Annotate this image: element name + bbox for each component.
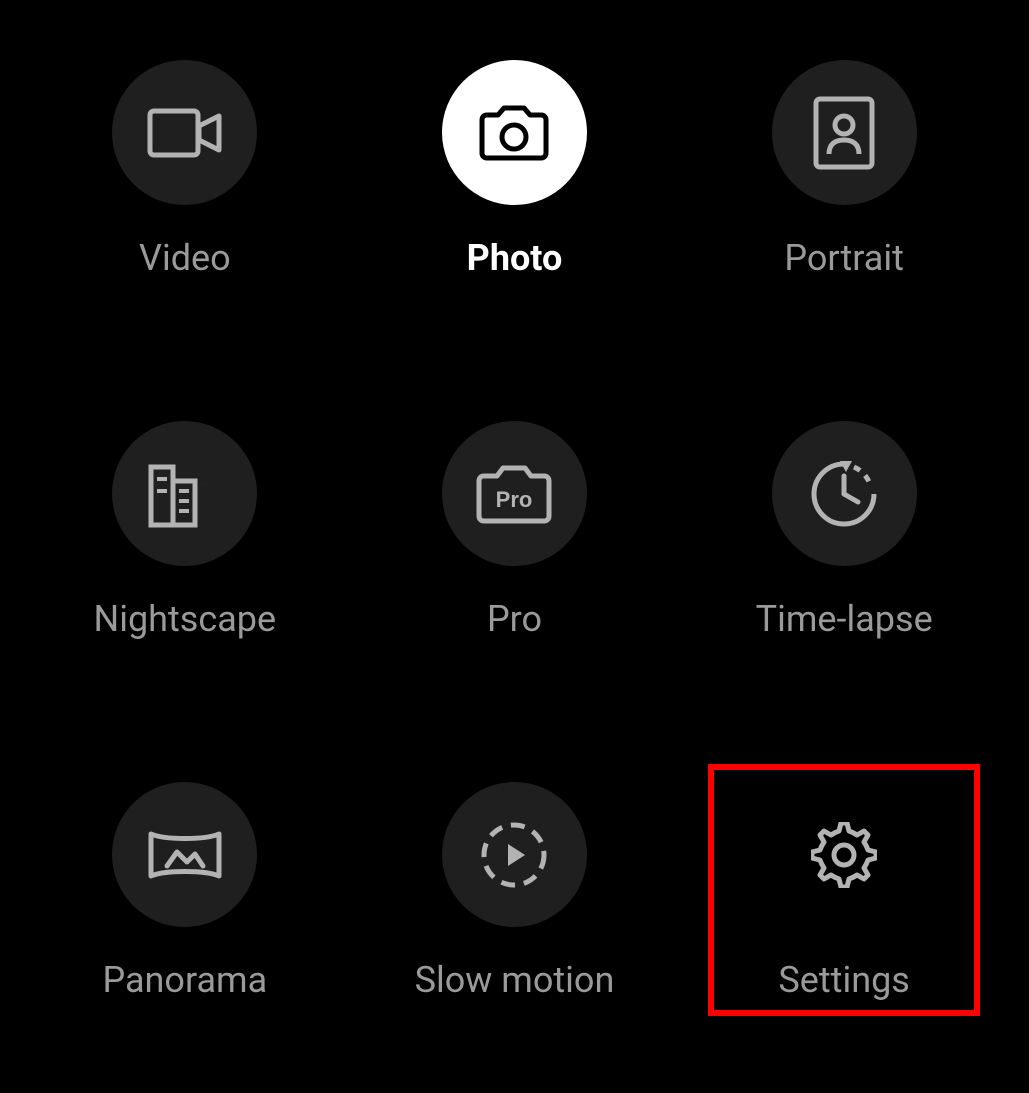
mode-panorama[interactable]: Panorama	[20, 782, 350, 1053]
mode-timelapse[interactable]: Time-lapse	[679, 421, 1009, 692]
mode-label: Nightscape	[94, 598, 277, 640]
mode-slowmotion[interactable]: Slow motion	[350, 782, 680, 1053]
mode-label: Time-lapse	[756, 598, 933, 640]
nightscape-icon	[112, 421, 257, 566]
mode-settings[interactable]: Settings	[679, 782, 1009, 1053]
mode-label: Slow motion	[415, 959, 615, 1001]
mode-portrait[interactable]: Portrait	[679, 60, 1009, 331]
mode-video[interactable]: Video	[20, 60, 350, 331]
panorama-icon	[112, 782, 257, 927]
video-icon	[112, 60, 257, 205]
pro-icon: Pro	[442, 421, 587, 566]
camera-modes-grid: Video Photo Portrait	[0, 0, 1029, 1093]
mode-pro[interactable]: Pro Pro	[350, 421, 680, 692]
mode-label: Photo	[467, 237, 563, 279]
mode-label: Settings	[778, 959, 909, 1001]
svg-text:Pro: Pro	[496, 487, 533, 512]
mode-photo[interactable]: Photo	[350, 60, 680, 331]
mode-label: Portrait	[784, 237, 903, 279]
portrait-icon	[772, 60, 917, 205]
camera-icon	[442, 60, 587, 205]
mode-label: Pro	[487, 598, 542, 640]
slowmotion-icon	[442, 782, 587, 927]
mode-label: Panorama	[102, 959, 267, 1001]
mode-nightscape[interactable]: Nightscape	[20, 421, 350, 692]
mode-label: Video	[139, 237, 231, 279]
timelapse-icon	[772, 421, 917, 566]
gear-icon	[772, 782, 917, 927]
